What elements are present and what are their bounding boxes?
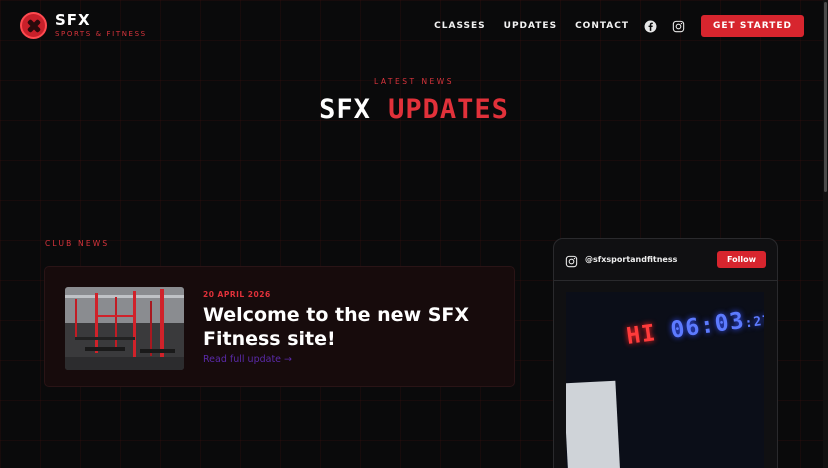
page-scrollbar[interactable] (823, 0, 828, 468)
logo-text: SFX SPORTS & FITNESS (55, 11, 147, 39)
news-date: 20 APRIL 2026 (203, 290, 271, 299)
read-full-update-link[interactable]: Read full update → (203, 354, 292, 365)
nav-contact[interactable]: CONTACT (575, 21, 629, 31)
get-started-button[interactable]: GET STARTED (701, 15, 804, 37)
gym-clock-seconds: :27 (743, 312, 764, 332)
instagram-feed-header: @sfxsportandfitness Follow (554, 239, 777, 281)
hero-eyebrow: LATEST NEWS (374, 77, 454, 86)
scrollbar-thumb[interactable] (824, 2, 827, 192)
news-thumbnail[interactable] (65, 287, 184, 370)
page-title-red: UPDATES (388, 94, 509, 125)
nav-updates[interactable]: UPDATES (504, 21, 557, 31)
nav-classes[interactable]: CLASSES (434, 21, 486, 31)
page-title-white: SFX (319, 94, 371, 125)
instagram-feed: @sfxsportandfitness Follow HI 06:03:27 (553, 238, 778, 468)
brand-name: SFX (55, 11, 91, 29)
club-news-label: CLUB NEWS (45, 239, 110, 248)
instagram-icon (565, 253, 578, 268)
instagram-post-image[interactable]: HI 06:03:27 (566, 292, 764, 468)
instagram-icon[interactable] (672, 20, 685, 33)
gym-clock-time: 06:03 (669, 307, 747, 344)
main-nav: CLASSES UPDATES CONTACT GET STARTED (434, 15, 804, 37)
brand-tagline: SPORTS & FITNESS (55, 30, 147, 38)
news-title[interactable]: Welcome to the new SFX Fitness site! (203, 303, 493, 351)
wall-monitor (566, 380, 621, 468)
instagram-handle[interactable]: @sfxsportandfitness (585, 255, 677, 264)
site-logo[interactable]: SFX SPORTS & FITNESS (20, 12, 147, 39)
logo-mark-icon (20, 12, 47, 39)
facebook-icon[interactable] (644, 20, 657, 33)
gym-clock: HI 06:03:27 (625, 304, 764, 350)
page-title: SFX UPDATES (0, 94, 828, 125)
follow-button[interactable]: Follow (716, 251, 766, 268)
news-card[interactable]: 20 APRIL 2026 Welcome to the new SFX Fit… (44, 266, 515, 387)
